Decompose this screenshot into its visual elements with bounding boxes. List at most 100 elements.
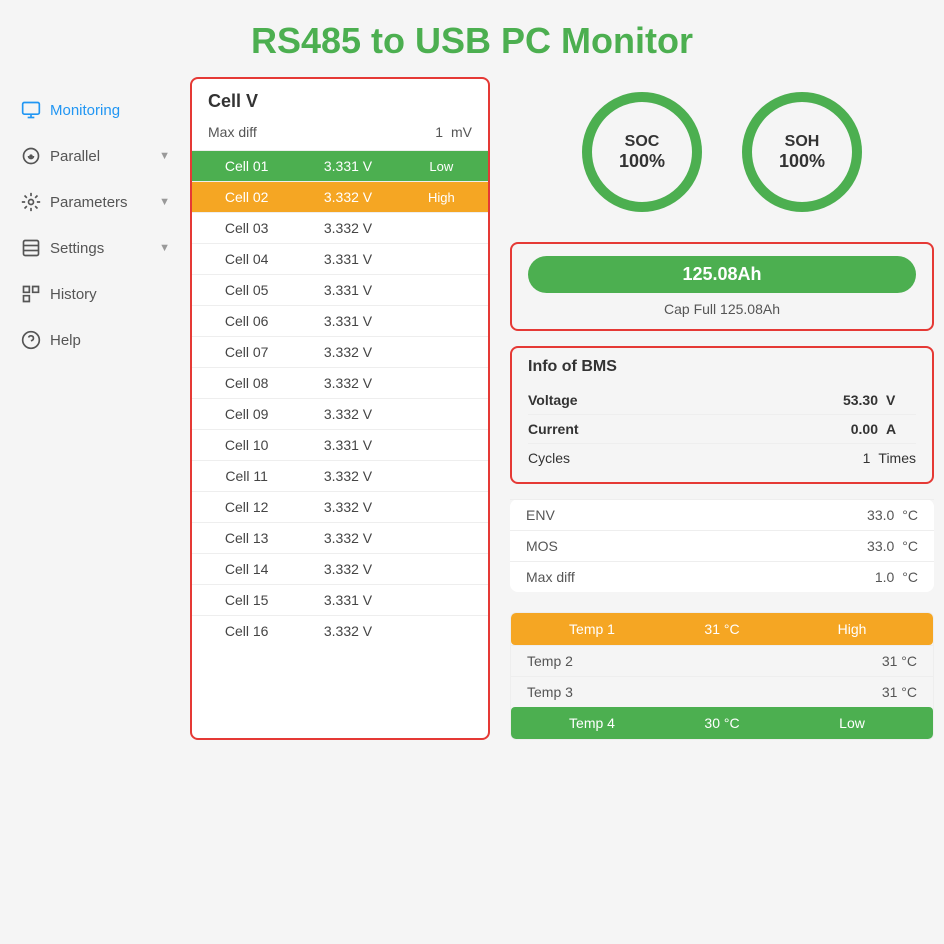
cell-row: Cell 013.331 VLow <box>192 150 488 181</box>
cell-voltage: 3.332 V <box>301 554 394 584</box>
cell-status <box>395 376 488 390</box>
bms-value-group: 53.30V <box>828 392 916 408</box>
soh-widget: SOH 100% <box>737 87 867 217</box>
maxdiff-unit: mV <box>451 124 472 140</box>
sidebar-item-help[interactable]: Help <box>10 317 180 363</box>
cell-voltage: 3.332 V <box>301 492 394 522</box>
bms-info-row: Voltage 53.30V <box>528 386 916 415</box>
chevron-icon: ▼ <box>159 242 170 254</box>
bms-label: Voltage <box>528 392 578 408</box>
env-value-group: 33.0°C <box>867 538 918 554</box>
sidebar-item-label-settings: Settings <box>50 240 104 257</box>
cell-voltage: 3.332 V <box>301 461 394 491</box>
parameters-icon <box>20 191 42 213</box>
temp-value-group: 31 °C <box>882 684 917 700</box>
env-label: ENV <box>526 507 555 523</box>
bms-value-group: 0.00A <box>828 421 916 437</box>
cell-name: Cell 14 <box>192 554 301 584</box>
cell-row: Cell 133.332 V <box>192 522 488 553</box>
right-panel: SOC 100% SOH 100% 125.08A <box>510 77 934 740</box>
cell-name: Cell 09 <box>192 399 301 429</box>
soh-value: 100% <box>779 151 825 172</box>
cell-row: Cell 113.332 V <box>192 460 488 491</box>
temp-name: Temp 1 <box>527 621 657 637</box>
soc-widget: SOC 100% <box>577 87 707 217</box>
env-row: MOS 33.0°C <box>510 530 934 561</box>
cell-voltage: 3.331 V <box>301 430 394 460</box>
soh-title: SOH <box>779 133 825 151</box>
cell-status <box>395 469 488 483</box>
cell-name: Cell 01 <box>192 151 301 181</box>
bms-value: 1 <box>820 450 870 466</box>
cell-voltage: 3.332 V <box>301 616 394 646</box>
cell-status <box>395 438 488 452</box>
sidebar-item-label-history: History <box>50 286 97 303</box>
temp-name: Temp 2 <box>527 653 573 669</box>
temp-value: 30 °C <box>657 715 787 731</box>
chevron-icon: ▼ <box>159 196 170 208</box>
cell-name: Cell 13 <box>192 523 301 553</box>
cell-voltage: 3.331 V <box>301 151 394 181</box>
env-section: ENV33.0°CMOS33.0°CMax diff1.0°C <box>510 499 934 592</box>
cell-row: Cell 163.332 V <box>192 615 488 646</box>
settings-icon <box>20 237 42 259</box>
cell-name: Cell 11 <box>192 461 301 491</box>
cell-name: Cell 06 <box>192 306 301 336</box>
cell-name: Cell 02 <box>192 182 301 212</box>
soc-soh-row: SOC 100% SOH 100% <box>510 77 934 227</box>
cell-name: Cell 04 <box>192 244 301 274</box>
env-value-group: 33.0 °C <box>867 507 918 523</box>
temp-highlight-row: Temp 430 °CLow <box>511 707 933 739</box>
cell-row: Cell 063.331 V <box>192 305 488 336</box>
env-value: 33.0 <box>867 507 894 523</box>
bms-unit: Times <box>878 450 916 466</box>
bms-label: Current <box>528 421 579 437</box>
sidebar-item-monitoring[interactable]: Monitoring <box>10 87 180 133</box>
cell-row: Cell 103.331 V <box>192 429 488 460</box>
sidebar-item-parallel[interactable]: Parallel ▼ <box>10 133 180 179</box>
cell-status <box>395 345 488 359</box>
sidebar-item-label-monitoring: Monitoring <box>50 102 120 119</box>
maxdiff-label: Max diff <box>208 124 257 140</box>
soc-title: SOC <box>619 133 665 151</box>
cell-status <box>395 500 488 514</box>
sidebar-item-label-parameters: Parameters <box>50 194 128 211</box>
maxdiff-value: 1 <box>435 124 443 140</box>
sidebar-item-parameters[interactable]: Parameters ▼ <box>10 179 180 225</box>
help-icon <box>20 329 42 351</box>
cell-row: Cell 083.332 V <box>192 367 488 398</box>
bms-rows: Voltage53.30VCurrent0.00ACycles1Times <box>528 386 916 472</box>
cell-name: Cell 16 <box>192 616 301 646</box>
sidebar-item-history[interactable]: History <box>10 271 180 317</box>
cell-row: Cell 053.331 V <box>192 274 488 305</box>
capacity-box: 125.08Ah Cap Full 125.08Ah <box>510 242 934 331</box>
temp-value-group: 31 °C <box>882 653 917 669</box>
cell-name: Cell 08 <box>192 368 301 398</box>
cell-name: Cell 10 <box>192 430 301 460</box>
cell-row: Cell 153.331 V <box>192 584 488 615</box>
cell-voltage: 3.331 V <box>301 275 394 305</box>
cell-voltage: 3.331 V <box>301 306 394 336</box>
cell-rows: Cell 013.331 VLowCell 02 3.332 V High Cell … <box>192 150 488 646</box>
env-label: Max diff <box>526 569 575 585</box>
sidebar-item-settings[interactable]: Settings ▼ <box>10 225 180 271</box>
cell-row: Cell 093.332 V <box>192 398 488 429</box>
parallel-icon <box>20 145 42 167</box>
main-content: Cell V Max diff 1 mV Cell 013.331 VLowCe… <box>180 77 934 740</box>
monitor-icon <box>20 99 42 121</box>
bms-unit: A <box>886 421 916 437</box>
cell-voltage: 3.332 V <box>301 523 394 553</box>
cell-status: High <box>395 182 488 212</box>
bms-unit: V <box>886 392 916 408</box>
page-title: RS485 to USB PC Monitor <box>0 0 944 77</box>
cell-status <box>395 252 488 266</box>
env-unit: °C <box>902 507 918 523</box>
env-row: Max diff1.0°C <box>510 561 934 592</box>
env-label: MOS <box>526 538 558 554</box>
env-rows: ENV33.0°CMOS33.0°CMax diff1.0°C <box>510 499 934 592</box>
cell-status <box>395 624 488 638</box>
env-value: 1.0 <box>875 569 894 585</box>
temp-name: Temp 4 <box>527 715 657 731</box>
env-unit: °C <box>902 538 918 554</box>
sidebar-item-label-help: Help <box>50 332 81 349</box>
